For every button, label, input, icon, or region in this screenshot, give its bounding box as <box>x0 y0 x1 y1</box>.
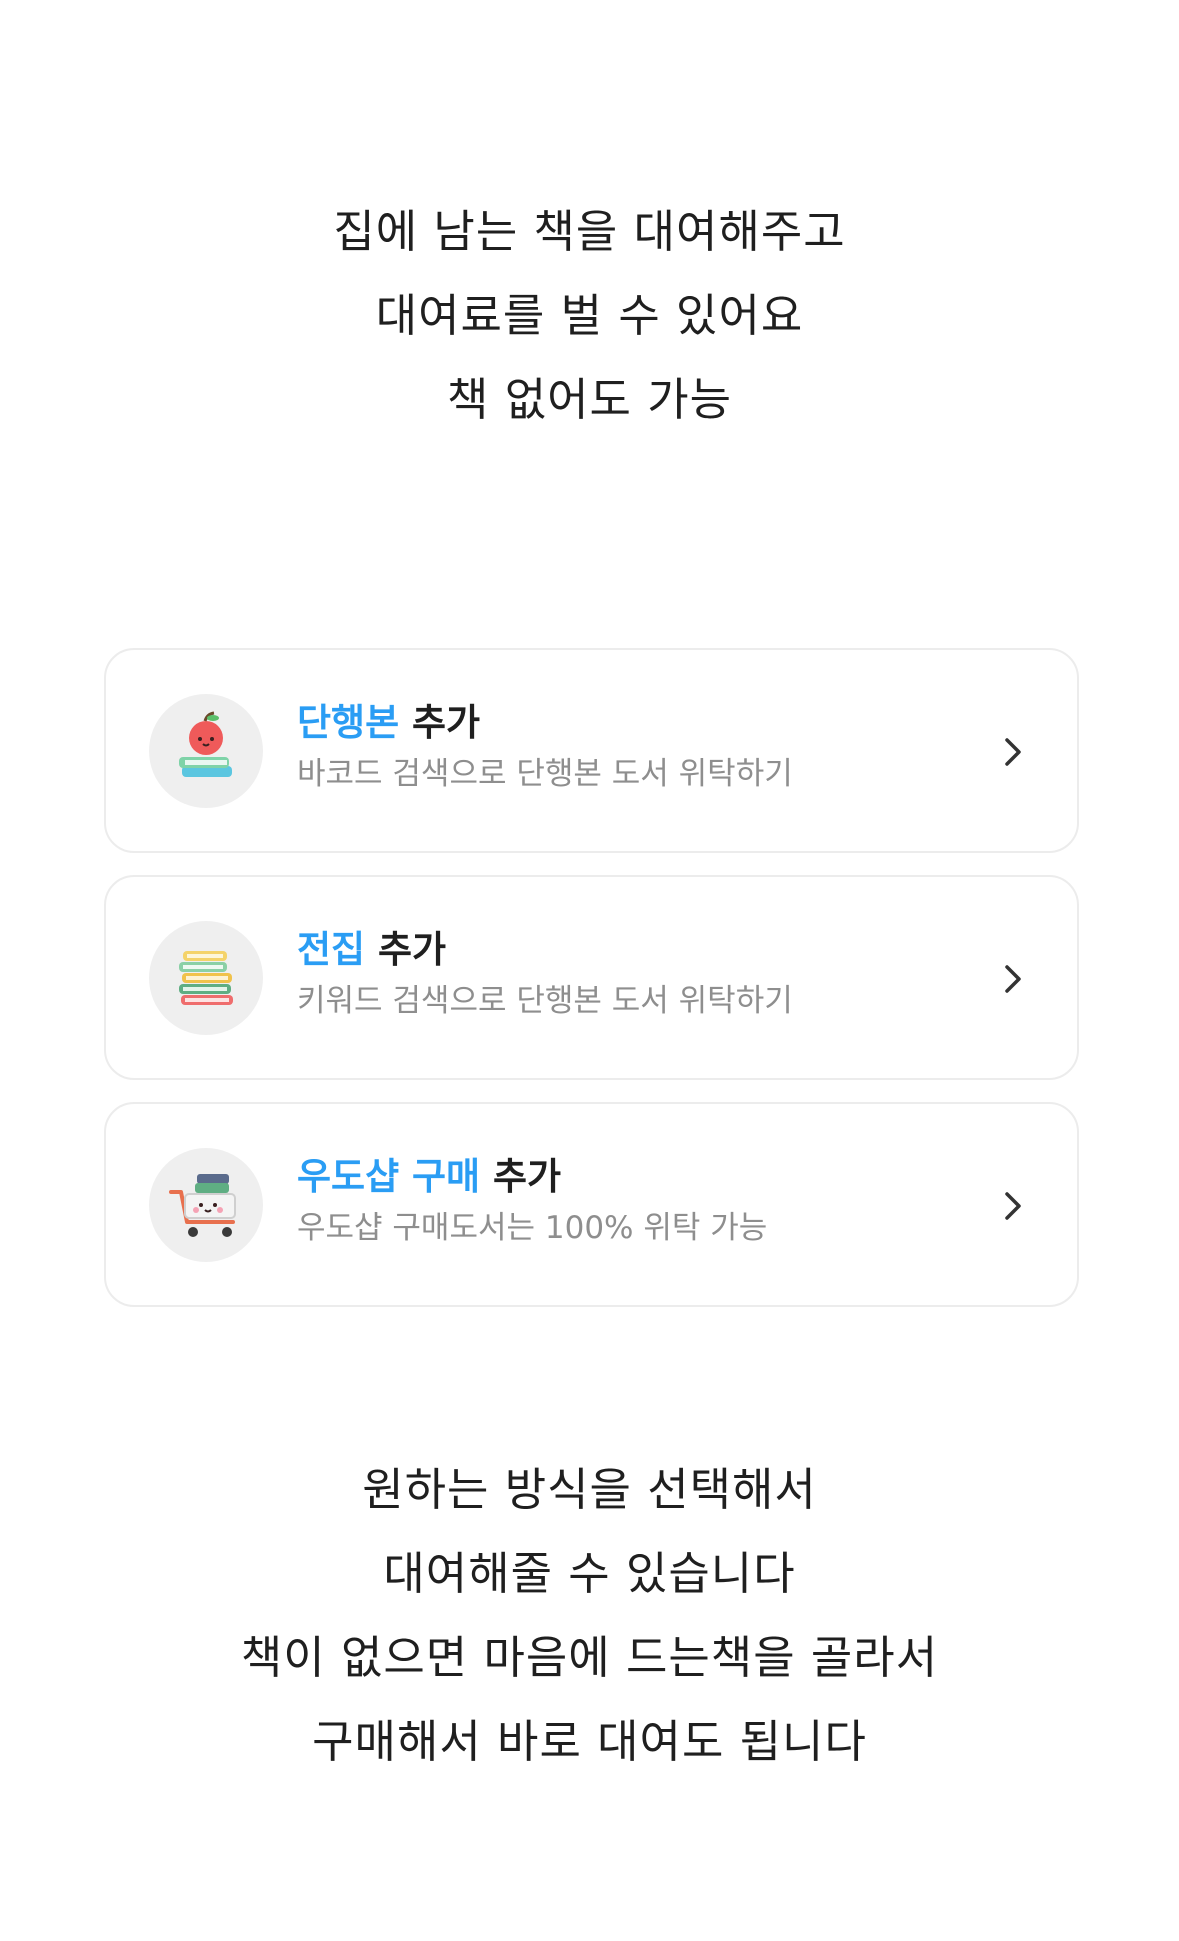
option-title-rest: 추가 <box>399 701 481 744</box>
intro-line: 대여료를 벌 수 있어요 <box>375 289 804 342</box>
option-list: 단행본 추가 바코드 검색으로 단행본 도서 위탁하기 전집 추가 키워드 검색… <box>104 648 1079 1329</box>
outro-line: 대여해줄 수 있습니다 <box>383 1547 796 1600</box>
option-subtitle: 바코드 검색으로 단행본 도서 위탁하기 <box>297 756 793 792</box>
outro-text: 원하는 방식을 선택해서 대여해줄 수 있습니다 책이 없으면 마음에 드는책을… <box>0 1448 1179 1784</box>
option-title-rest: 추가 <box>480 1155 562 1198</box>
option-title: 전집 추가 <box>297 926 793 974</box>
intro-line: 집에 남는 책을 대여해주고 <box>333 205 846 258</box>
outro-line: 원하는 방식을 선택해서 <box>362 1463 817 1516</box>
chevron-right-icon <box>1005 738 1021 766</box>
intro-text: 집에 남는 책을 대여해주고 대여료를 벌 수 있어요 책 없어도 가능 <box>0 190 1179 442</box>
option-title: 단행본 추가 <box>297 699 793 747</box>
shopping-cart-books-icon <box>149 1148 263 1262</box>
apple-on-books-icon <box>149 694 263 808</box>
book-stack-icon <box>149 921 263 1035</box>
option-subtitle: 키워드 검색으로 단행본 도서 위탁하기 <box>297 983 793 1019</box>
option-text: 전집 추가 키워드 검색으로 단행본 도서 위탁하기 <box>297 926 793 1022</box>
option-title-highlight: 전집 <box>297 928 366 971</box>
chevron-right-icon <box>1005 965 1021 993</box>
intro-line: 책 없어도 가능 <box>446 373 732 426</box>
outro-line: 책이 없으면 마음에 드는책을 골라서 <box>240 1631 939 1684</box>
chevron-right-icon <box>1005 1192 1021 1220</box>
outro-line: 구매해서 바로 대여도 됩니다 <box>312 1715 867 1768</box>
option-single-book-card[interactable]: 단행본 추가 바코드 검색으로 단행본 도서 위탁하기 <box>104 648 1079 853</box>
option-shop-purchase-card[interactable]: 우도샵 구매 추가 우도샵 구매도서는 100% 위탁 가능 <box>104 1102 1079 1307</box>
option-title: 우도샵 구매 추가 <box>297 1153 767 1201</box>
option-text: 우도샵 구매 추가 우도샵 구매도서는 100% 위탁 가능 <box>297 1153 767 1249</box>
option-title-rest: 추가 <box>365 928 447 971</box>
option-collection-card[interactable]: 전집 추가 키워드 검색으로 단행본 도서 위탁하기 <box>104 875 1079 1080</box>
option-title-highlight: 단행본 <box>297 701 400 744</box>
option-title-highlight: 우도샵 구매 <box>297 1155 481 1198</box>
option-text: 단행본 추가 바코드 검색으로 단행본 도서 위탁하기 <box>297 699 793 795</box>
option-subtitle: 우도샵 구매도서는 100% 위탁 가능 <box>297 1210 768 1246</box>
